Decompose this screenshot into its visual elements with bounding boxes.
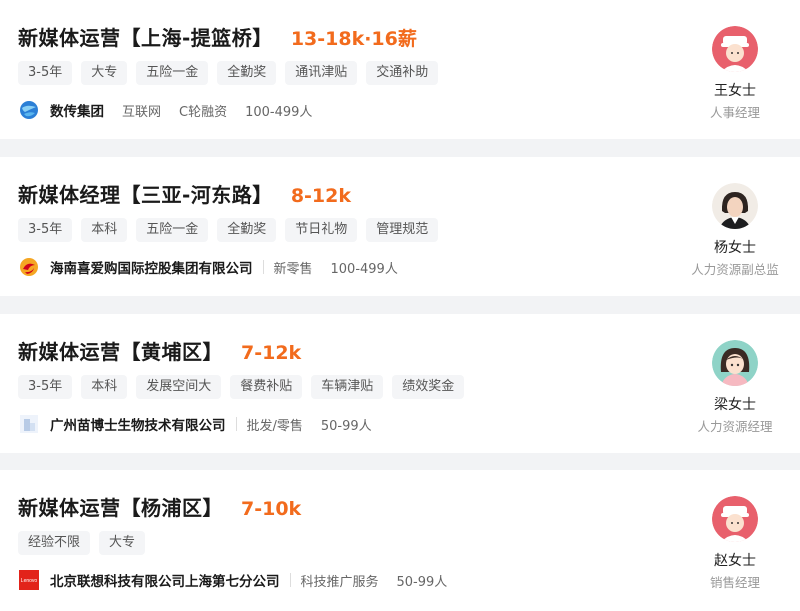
recruiter[interactable]: 梁女士 人力资源经理 — [670, 340, 800, 435]
lenovo-logo-text: Lenovo — [21, 578, 38, 584]
job-salary: 8-12k — [290, 185, 351, 207]
job-tag: 通讯津贴 — [285, 61, 358, 85]
job-tags: 经验不限 大专 — [18, 531, 146, 555]
job-card[interactable]: 新媒体运营【上海-提篮桥】 13-18k·16薪 3-5年 大专 五险一金 全勤… — [0, 0, 800, 139]
divider — [289, 573, 291, 587]
company-name[interactable]: 数传集团 — [50, 100, 104, 120]
job-tag: 经验不限 — [18, 531, 91, 555]
recruiter-name: 梁女士 — [714, 397, 756, 413]
job-tag: 全勤奖 — [217, 218, 277, 242]
job-card[interactable]: 新媒体经理【三亚-河东路】 8-12k 3-5年 本科 五险一金 全勤奖 节日礼… — [0, 157, 800, 296]
job-title-row: 新媒体运营【上海-提篮桥】 13-18k·16薪 — [18, 22, 417, 51]
job-tag: 餐费补贴 — [230, 375, 303, 399]
job-tag: 大专 — [99, 531, 146, 555]
company-name[interactable]: 海南喜爱购国际控股集团有限公司 — [50, 257, 253, 277]
job-tag: 本科 — [81, 218, 128, 242]
job-title-row: 新媒体运营【黄埔区】 7-12k — [18, 336, 301, 365]
job-card[interactable]: 新媒体运营【杨浦区】 7-10k 经验不限 大专 Lenovo 北京联想科技有限… — [0, 470, 800, 611]
recruiter-role: 销售经理 — [709, 575, 760, 590]
job-tag: 五险一金 — [136, 61, 209, 85]
job-tag: 3-5年 — [18, 61, 73, 85]
job-tag: 3-5年 — [18, 375, 73, 399]
recruiter[interactable]: 王女士 人事经理 — [670, 26, 800, 121]
job-title[interactable]: 新媒体运营【杨浦区】 — [18, 492, 223, 521]
company-info: 海南喜爱购国际控股集团有限公司 新零售 100-499人 — [18, 256, 398, 278]
lenovo-logo-icon: Lenovo — [18, 569, 40, 591]
job-card[interactable]: 新媒体运营【黄埔区】 7-12k 3-5年 本科 发展空间大 餐费补贴 车辆津贴… — [0, 314, 800, 453]
job-title-row: 新媒体经理【三亚-河东路】 8-12k — [18, 179, 351, 208]
job-title-row: 新媒体运营【杨浦区】 7-10k — [18, 492, 301, 521]
job-tag: 全勤奖 — [217, 61, 277, 85]
company-info: 数传集团 互联网 C轮融资 100-499人 — [18, 99, 312, 121]
divider — [235, 417, 237, 431]
job-list: 新媒体运营【上海-提篮桥】 13-18k·16薪 3-5年 大专 五险一金 全勤… — [0, 0, 800, 611]
job-tag: 发展空间大 — [136, 375, 222, 399]
job-title[interactable]: 新媒体运营【黄埔区】 — [18, 336, 223, 365]
recruiter-role: 人力资源经理 — [697, 419, 773, 434]
job-tag: 管理规范 — [366, 218, 439, 242]
avatar — [712, 26, 758, 72]
company-size: 100-499人 — [245, 104, 313, 120]
job-tags: 3-5年 大专 五险一金 全勤奖 通讯津贴 交通补助 — [18, 61, 439, 85]
job-tag: 五险一金 — [136, 218, 209, 242]
job-title[interactable]: 新媒体经理【三亚-河东路】 — [18, 179, 273, 208]
building-logo-icon — [18, 413, 40, 435]
swirl-logo-icon — [18, 256, 40, 278]
job-title[interactable]: 新媒体运营【上海-提篮桥】 — [18, 22, 273, 51]
company-funding: C轮融资 — [179, 104, 228, 120]
company-name[interactable]: 北京联想科技有限公司上海第七分公司 — [50, 570, 280, 590]
job-tag: 绩效奖金 — [392, 375, 465, 399]
recruiter[interactable]: 杨女士 人力资源副总监 — [670, 183, 800, 278]
avatar — [712, 340, 758, 386]
recruiter-role: 人力资源副总监 — [691, 262, 779, 277]
company-industry: 新零售 — [273, 261, 313, 277]
company-industry: 科技推广服务 — [300, 574, 379, 590]
globe-logo-icon — [18, 99, 40, 121]
company-info: Lenovo 北京联想科技有限公司上海第七分公司 科技推广服务 50-99人 — [18, 569, 447, 591]
job-tags: 3-5年 本科 五险一金 全勤奖 节日礼物 管理规范 — [18, 218, 439, 242]
company-size: 100-499人 — [330, 261, 398, 277]
job-salary: 7-12k — [241, 342, 302, 364]
company-size: 50-99人 — [320, 418, 372, 434]
company-industry: 互联网 — [122, 104, 162, 120]
recruiter-name: 王女士 — [714, 83, 756, 99]
divider — [262, 260, 264, 274]
recruiter[interactable]: 赵女士 销售经理 — [670, 496, 800, 591]
job-tag: 节日礼物 — [285, 218, 358, 242]
recruiter-name: 杨女士 — [714, 240, 756, 256]
company-size: 50-99人 — [396, 574, 448, 590]
company-name[interactable]: 广州苗博士生物技术有限公司 — [50, 414, 226, 434]
job-tags: 3-5年 本科 发展空间大 餐费补贴 车辆津贴 绩效奖金 — [18, 375, 465, 399]
job-salary: 13-18k·16薪 — [290, 28, 417, 50]
job-tag: 车辆津贴 — [311, 375, 384, 399]
recruiter-role: 人事经理 — [709, 105, 760, 120]
job-tag: 交通补助 — [366, 61, 439, 85]
job-tag: 本科 — [81, 375, 128, 399]
avatar — [712, 183, 758, 229]
company-info: 广州苗博士生物技术有限公司 批发/零售 50-99人 — [18, 413, 372, 435]
avatar — [712, 496, 758, 542]
job-tag: 3-5年 — [18, 218, 73, 242]
recruiter-name: 赵女士 — [714, 553, 756, 569]
company-industry: 批发/零售 — [246, 418, 303, 434]
job-tag: 大专 — [81, 61, 128, 85]
job-salary: 7-10k — [241, 498, 302, 520]
